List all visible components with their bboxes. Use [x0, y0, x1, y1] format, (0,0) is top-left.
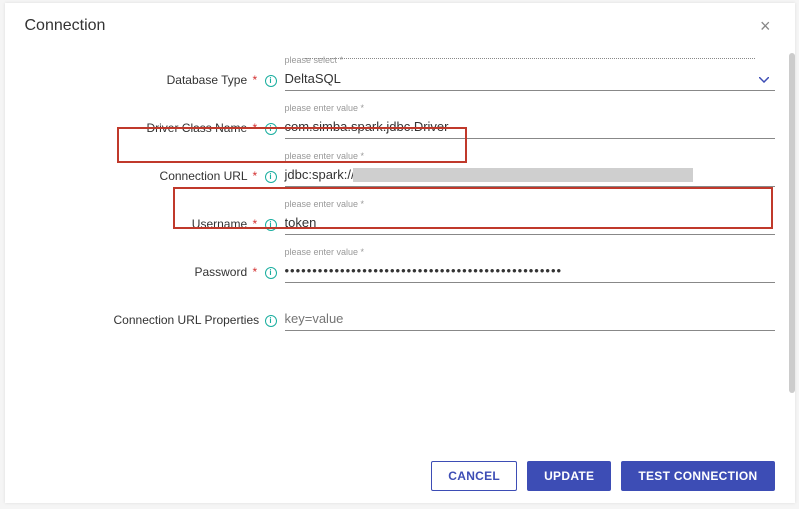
update-button[interactable]: UPDATE — [527, 461, 611, 491]
row-driver-class-name: Driver Class Name * i please enter value… — [25, 115, 775, 139]
url-prefix: jdbc:spark:// — [285, 167, 355, 182]
database-type-select[interactable]: DeltaSQL — [285, 67, 775, 91]
label-driver-class-name: Driver Class Name * i — [25, 121, 285, 139]
info-icon[interactable]: i — [265, 123, 277, 135]
password-input[interactable] — [285, 259, 775, 283]
url-properties-input[interactable] — [285, 307, 775, 331]
connection-url-input[interactable]: jdbc:spark:// — [285, 163, 775, 187]
hint-text: please enter value * — [285, 247, 365, 257]
row-connection-url: Connection URL * i please enter value * … — [25, 163, 775, 187]
info-icon[interactable]: i — [265, 171, 277, 183]
required-mark: * — [252, 73, 257, 87]
scrollbar[interactable] — [789, 53, 795, 393]
modal-header: Connection × — [5, 3, 795, 41]
required-mark: * — [252, 169, 257, 183]
label-database-type: Database Type * i — [25, 73, 285, 91]
row-password: Password * i please enter value * — [25, 259, 775, 283]
row-url-properties: Connection URL Properties i — [25, 307, 775, 331]
input-col — [285, 307, 775, 331]
connection-modal: Connection × Database Type * i please se… — [5, 3, 795, 503]
input-col: please enter value * — [285, 259, 775, 283]
required-mark: * — [252, 121, 257, 135]
label-text: Password — [194, 265, 247, 279]
label-username: Username * i — [25, 217, 285, 235]
username-input[interactable] — [285, 211, 775, 235]
hint-text: please enter value * — [285, 199, 365, 209]
label-url-properties: Connection URL Properties i — [25, 313, 285, 331]
input-col: please enter value * — [285, 115, 775, 139]
hint-text: please select * — [285, 55, 344, 65]
row-database-type: Database Type * i please select * DeltaS… — [25, 67, 775, 91]
label-text: Database Type — [167, 73, 248, 87]
input-col: please enter value * jdbc:spark:// — [285, 163, 775, 187]
info-icon[interactable]: i — [265, 75, 277, 87]
info-icon[interactable]: i — [265, 267, 277, 279]
input-col: please enter value * — [285, 211, 775, 235]
redacted-block — [353, 168, 693, 182]
close-icon[interactable]: × — [756, 17, 775, 35]
hint-text: please enter value * — [285, 103, 365, 113]
label-connection-url: Connection URL * i — [25, 169, 285, 187]
modal-title: Connection — [25, 17, 106, 35]
label-text: Connection URL Properties — [114, 313, 260, 327]
info-icon[interactable]: i — [265, 315, 277, 327]
driver-class-name-input[interactable] — [285, 115, 775, 139]
label-text: Connection URL — [160, 169, 248, 183]
label-text: Driver Class Name — [146, 121, 247, 135]
label-text: Username — [192, 217, 247, 231]
modal-body: Database Type * i please select * DeltaS… — [5, 41, 795, 431]
hint-text: please enter value * — [285, 151, 365, 161]
test-connection-button[interactable]: TEST CONNECTION — [621, 461, 774, 491]
cancel-button[interactable]: CANCEL — [431, 461, 517, 491]
label-password: Password * i — [25, 265, 285, 283]
modal-footer: CANCEL UPDATE TEST CONNECTION — [431, 461, 774, 491]
info-icon[interactable]: i — [265, 219, 277, 231]
input-col: please select * DeltaSQL — [285, 67, 775, 91]
row-username: Username * i please enter value * — [25, 211, 775, 235]
required-mark: * — [252, 217, 257, 231]
prev-field-underline — [305, 41, 755, 59]
required-mark: * — [252, 265, 257, 279]
